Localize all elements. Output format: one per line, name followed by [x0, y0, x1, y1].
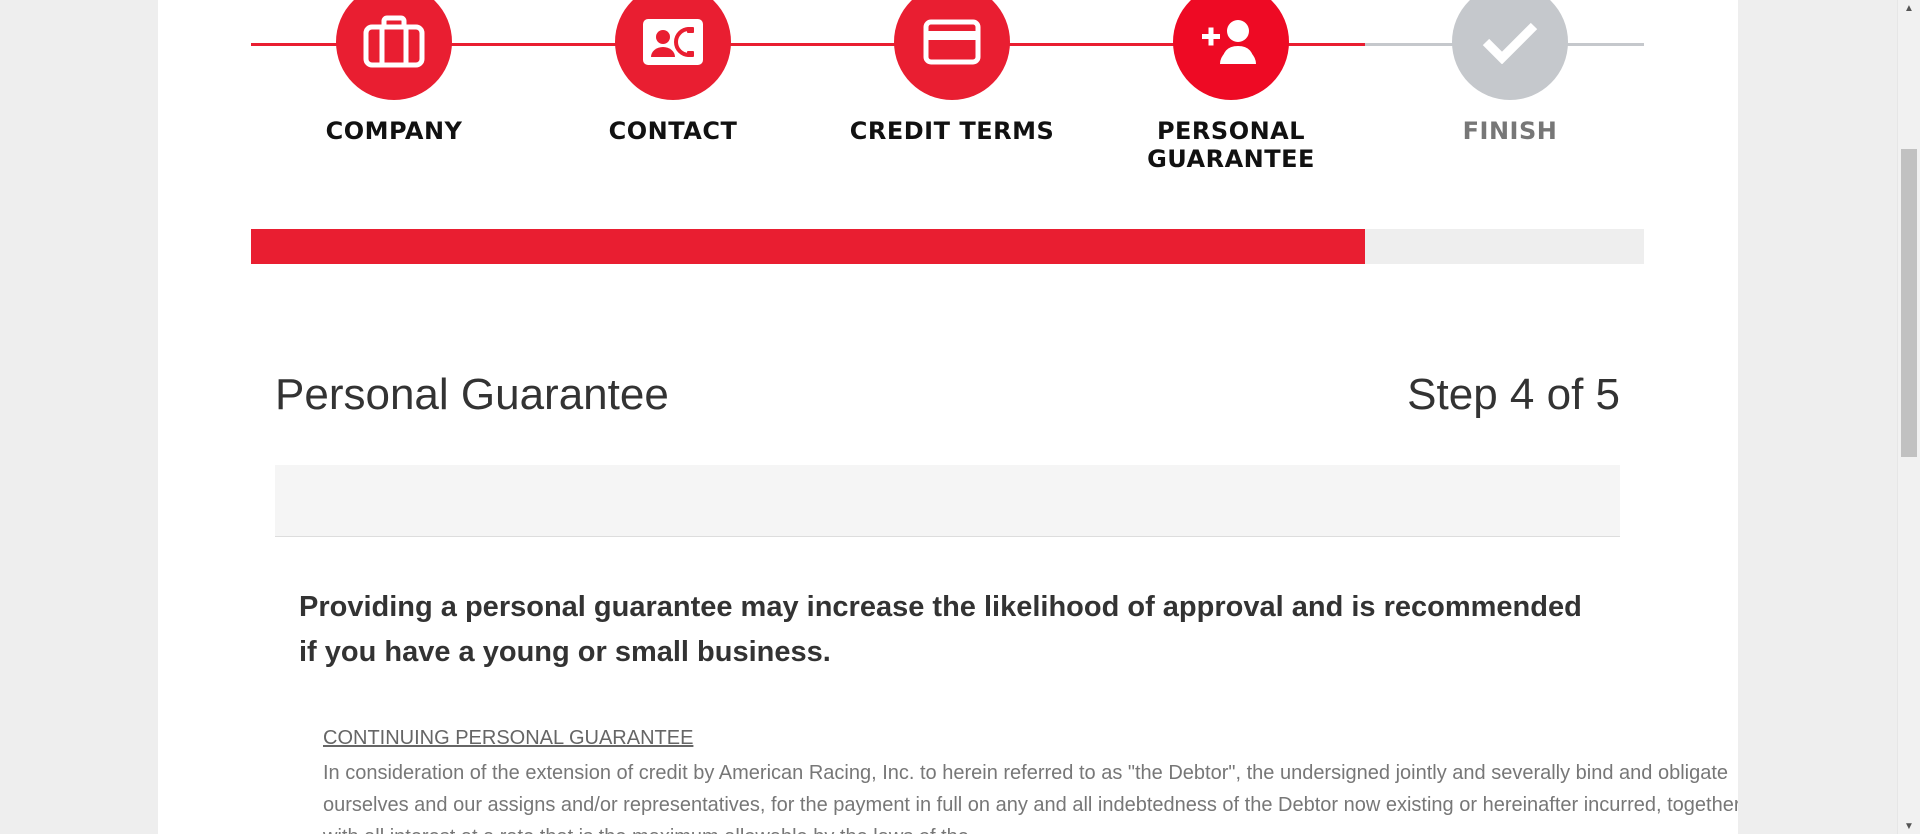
page-title: Personal Guarantee: [275, 370, 669, 419]
briefcase-icon: [363, 15, 425, 68]
step-company-label: COMPANY: [325, 117, 463, 145]
vertical-scrollbar[interactable]: ▲ ▼: [1897, 0, 1920, 834]
scrollbar-thumb[interactable]: [1901, 149, 1917, 457]
step-company-circle[interactable]: [336, 0, 452, 100]
scroll-up-icon[interactable]: ▲: [1898, 0, 1920, 16]
step-contact[interactable]: CONTACT: [523, 0, 823, 160]
checkmark-icon: [1482, 22, 1538, 64]
step-credit-terms-label: CREDIT TERMS: [849, 117, 1055, 145]
progress-bar: [251, 229, 1644, 264]
step-finish-label: FINISH: [1462, 117, 1558, 145]
scroll-down-icon[interactable]: ▼: [1898, 818, 1920, 834]
section-banner: [275, 465, 1620, 537]
contact-card-icon: [643, 19, 703, 65]
step-finish[interactable]: FINISH: [1360, 0, 1660, 160]
step-personal-guarantee-label: PERSONAL GUARANTEE: [1147, 117, 1315, 173]
progress-bar-fill: [251, 229, 1366, 264]
section-header: Personal Guarantee Step 4 of 5: [275, 370, 1620, 430]
step-credit-terms-circle[interactable]: [894, 0, 1010, 100]
terms-body: In consideration of the extension of cre…: [323, 762, 1738, 834]
wizard-stepper: COMPANY CONTACT CREDIT TERMS PERSONAL GU…: [251, 0, 1644, 173]
terms-heading: CONTINUING PERSONAL GUARANTEE: [323, 727, 694, 749]
add-user-icon: [1202, 20, 1256, 64]
step-personal-guarantee-circle[interactable]: [1173, 0, 1289, 100]
step-credit-terms[interactable]: CREDIT TERMS: [802, 0, 1102, 160]
wizard-page: COMPANY CONTACT CREDIT TERMS PERSONAL GU…: [158, 0, 1738, 834]
step-contact-circle[interactable]: [615, 0, 731, 100]
step-finish-circle[interactable]: [1452, 0, 1568, 100]
step-personal-guarantee[interactable]: PERSONAL GUARANTEE: [1081, 0, 1381, 173]
step-contact-label: CONTACT: [608, 117, 738, 145]
step-indicator: Step 4 of 5: [1407, 370, 1620, 419]
credit-card-icon: [923, 19, 981, 65]
step-company[interactable]: COMPANY: [244, 0, 544, 160]
intro-text: Providing a personal guarantee may incre…: [299, 591, 1582, 668]
